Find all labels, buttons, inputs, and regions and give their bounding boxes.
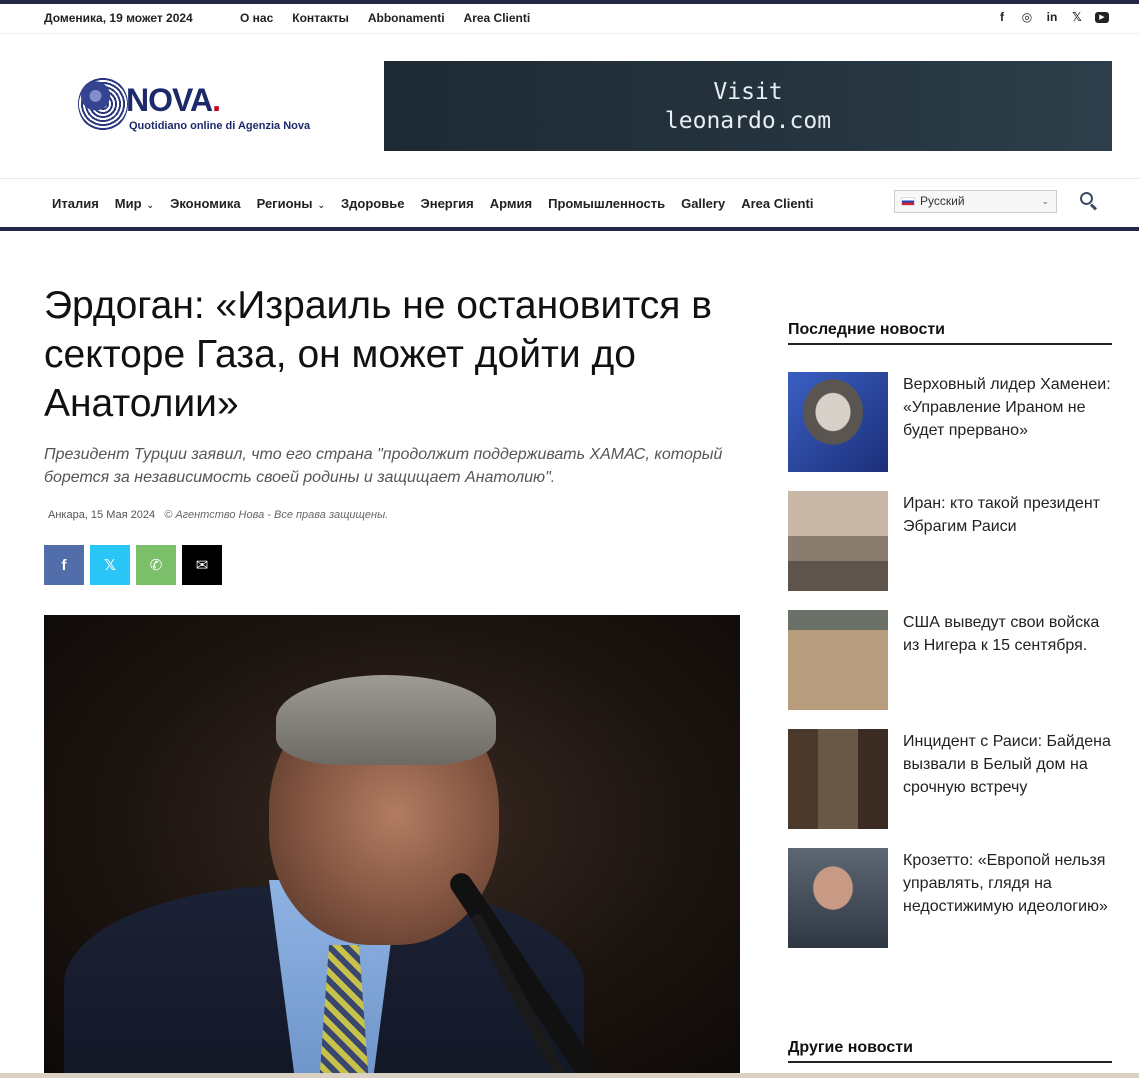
bottom-strip: [0, 1073, 1139, 1078]
share-x-button[interactable]: 𝕏: [90, 545, 130, 585]
nav-item-world[interactable]: Мир ⌄: [115, 196, 154, 211]
article-title: Эрдоган: «Израиль не остановится в секто…: [44, 284, 712, 425]
share-buttons: f 𝕏 ✆ ✉: [44, 545, 222, 585]
nav-item-economy[interactable]: Экономика: [170, 196, 241, 211]
sidebar-news-item[interactable]: Верховный лидер Хаменеи: «Управление Ира…: [788, 372, 1112, 472]
language-select[interactable]: Русский ⌄: [894, 190, 1057, 213]
logo-wordmark: NOVA.news: [126, 82, 991, 118]
top-bar: Доменика, 19 может 2024 О нас Контакты A…: [0, 0, 1139, 34]
nav-item-label: Экономика: [170, 196, 241, 211]
youtube-icon[interactable]: ▶: [1095, 11, 1109, 23]
latest-news-heading: Последние новости: [788, 321, 1112, 345]
nav-item-label: Армия: [489, 196, 533, 211]
globe-logo-icon: [78, 77, 128, 131]
nav-item-label: Мир: [114, 196, 142, 211]
news-thumbnail[interactable]: [788, 372, 888, 472]
current-date: Доменика, 19 может 2024: [44, 11, 193, 25]
article-place-date: Анкара, 15 Мая 2024: [48, 509, 156, 521]
x-icon[interactable]: 𝕏: [1070, 10, 1084, 24]
site-logo[interactable]: NOVA.news Quotidiano online di Agenzia N…: [78, 75, 991, 135]
news-thumbnail[interactable]: [788, 848, 888, 948]
chevron-down-icon: ⌄: [317, 200, 326, 210]
main-nav: Италия Мир ⌄ Экономика Регионы ⌄ Здоровье …: [0, 178, 1139, 231]
ad-banner-line1: Visit: [713, 79, 783, 105]
top-link-subscriptions[interactable]: Abbonamenti: [368, 11, 445, 25]
linkedin-icon[interactable]: in: [1045, 10, 1059, 24]
nav-item-label: Регионы: [256, 196, 313, 211]
russian-flag-icon: [901, 197, 915, 206]
ad-banner-line2: leonardo.com: [664, 108, 832, 134]
nav-item-client-area[interactable]: Area Clienti: [741, 196, 813, 211]
article-meta: Анкара, 15 Мая 2024 © Агентство Нова - В…: [48, 509, 388, 521]
facebook-icon: f: [61, 556, 67, 574]
news-title[interactable]: Иран: кто такой президент Эбрагим Раиси: [903, 492, 1113, 538]
top-link-about[interactable]: О нас: [240, 11, 273, 25]
instagram-icon[interactable]: ◎: [1020, 10, 1034, 24]
nav-item-industry[interactable]: Промышленность: [548, 196, 665, 211]
article-subtitle: Президент Турции заявил, что его страна …: [44, 446, 723, 486]
news-title[interactable]: Инцидент с Раиси: Байдена вызвали в Белы…: [903, 730, 1113, 799]
news-title[interactable]: Верховный лидер Хаменеи: «Управление Ира…: [903, 373, 1113, 442]
nav-item-label: Промышленность: [548, 196, 666, 211]
email-icon: ✉: [195, 557, 209, 574]
article-copyright: © Агентство Нова - Все права защищены.: [164, 509, 389, 521]
ad-banner[interactable]: Visit leonardo.com: [384, 61, 1112, 151]
top-link-client-area[interactable]: Area Clienti: [464, 11, 531, 25]
news-thumbnail[interactable]: [788, 729, 888, 829]
nav-item-label: Здоровье: [341, 196, 405, 211]
facebook-icon[interactable]: f: [995, 10, 1009, 24]
hero-hair: [276, 675, 496, 765]
chevron-down-icon: ⌄: [146, 200, 155, 210]
nav-item-label: Gallery: [681, 196, 726, 211]
chevron-down-icon: ⌄: [1041, 196, 1049, 206]
news-title[interactable]: Крозетто: «Европой нельзя управлять, гля…: [903, 849, 1113, 918]
nav-item-italy[interactable]: Италия: [52, 196, 99, 211]
nav-item-health[interactable]: Здоровье: [341, 196, 404, 211]
news-thumbnail[interactable]: [788, 610, 888, 710]
sidebar-news-item[interactable]: Инцидент с Раиси: Байдена вызвали в Белы…: [788, 729, 1112, 829]
sidebar-news-item[interactable]: США выведут свои войска из Нигера к 15 с…: [788, 610, 1112, 710]
other-news-heading: Другие новости: [788, 1039, 1112, 1063]
top-link-contacts[interactable]: Контакты: [292, 11, 349, 25]
nav-item-energy[interactable]: Энергия: [420, 196, 473, 211]
share-whatsapp-button[interactable]: ✆: [136, 545, 176, 585]
top-links: О нас Контакты Abbonamenti Area Clienti: [240, 11, 530, 25]
x-icon: 𝕏: [103, 557, 117, 574]
language-select-value: Русский: [920, 194, 965, 208]
logo-word-nova: NOVA: [126, 82, 213, 118]
search-icon[interactable]: [1078, 190, 1100, 212]
nav-item-gallery[interactable]: Gallery: [681, 196, 725, 211]
news-title[interactable]: США выведут свои войска из Нигера к 15 с…: [903, 611, 1113, 657]
sidebar-news-item[interactable]: Иран: кто такой президент Эбрагим Раиси: [788, 491, 1112, 591]
whatsapp-icon: ✆: [149, 557, 163, 574]
social-links: f ◎ in 𝕏 ▶: [995, 10, 1109, 24]
sidebar-news-item[interactable]: Крозетто: «Европой нельзя управлять, гля…: [788, 848, 1112, 948]
nav-item-label: Area Clienti: [741, 196, 814, 211]
nav-item-regions[interactable]: Регионы ⌄: [257, 196, 325, 211]
news-thumbnail[interactable]: [788, 491, 888, 591]
logo-word-dot: .: [212, 82, 221, 118]
nav-item-army[interactable]: Армия: [490, 196, 532, 211]
nav-menu: Италия Мир ⌄ Экономика Регионы ⌄ Здоровье …: [52, 196, 829, 211]
logo-tagline: Quotidiano online di Agenzia Nova: [129, 120, 311, 132]
share-email-button[interactable]: ✉: [182, 545, 222, 585]
article-hero-image: [44, 615, 740, 1073]
share-facebook-button[interactable]: f: [44, 545, 84, 585]
search-icon-handle: [1089, 203, 1098, 211]
nav-item-label: Энергия: [420, 196, 474, 211]
nav-item-label: Италия: [52, 196, 99, 211]
